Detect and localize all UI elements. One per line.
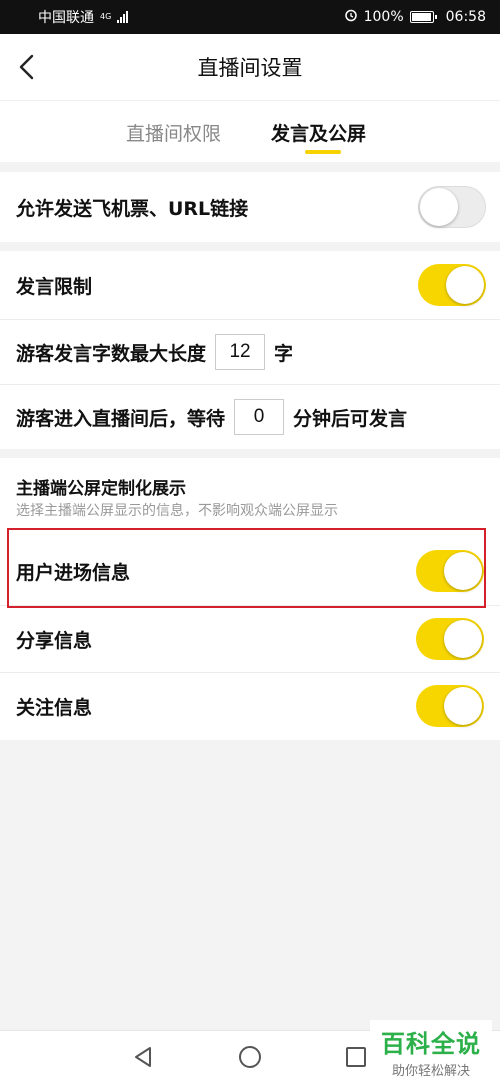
follow-info-label: 关注信息 — [16, 696, 93, 719]
guest-wait-label: 游客进入直播间后，等待 — [16, 407, 226, 430]
battery-icon — [409, 11, 437, 23]
watermark-sub-text: 助你轻松解决 — [391, 1064, 470, 1079]
setting-row-allow-links: 允许发送飞机票、URL链接 — [0, 172, 500, 242]
allow-links-toggle[interactable] — [418, 186, 486, 228]
page-header: 直播间设置 — [0, 34, 500, 100]
battery-percent: 100% — [363, 9, 404, 25]
status-bar: 中国联通 4G 100% 06:58 — [0, 0, 500, 34]
alarm-clock-icon — [344, 8, 358, 26]
carrier-info: 中国联通 4G — [38, 7, 129, 27]
guest-max-length-suffix: 字 — [274, 342, 294, 365]
tab-room-permissions[interactable]: 直播间权限 — [126, 119, 221, 146]
toggle-knob — [444, 552, 482, 590]
share-info-toggle[interactable] — [416, 618, 484, 660]
setting-row-follow-info: 关注信息 — [0, 673, 500, 739]
share-info-label: 分享信息 — [16, 629, 93, 652]
setting-row-speech-limit: 发言限制 — [0, 251, 500, 319]
toggle-knob — [446, 266, 484, 304]
status-right: 100% 06:58 — [344, 8, 486, 26]
follow-info-toggle[interactable] — [416, 685, 484, 727]
tab-speech-screen[interactable]: 发言及公屏 — [271, 119, 366, 146]
setting-row-share-info: 分享信息 — [0, 606, 500, 672]
page-title: 直播间设置 — [197, 56, 303, 80]
setting-row-guest-max-length: 游客发言字数最大长度 12 字 — [0, 320, 500, 384]
custom-screen-title: 主播端公屏定制化展示 — [16, 479, 186, 499]
signal-icon — [117, 11, 129, 23]
custom-screen-subtitle: 选择主播端公屏显示的信息，不影响观众端公屏显示 — [16, 503, 338, 519]
carrier-name: 中国联通 — [38, 10, 94, 26]
user-entry-toggle[interactable] — [416, 550, 484, 592]
square-recent-icon[interactable] — [344, 1045, 368, 1073]
allow-links-label: 允许发送飞机票、URL链接 — [16, 197, 249, 220]
tab-bar: 直播间权限 发言及公屏 — [0, 100, 500, 162]
watermark-main-text: 百科全说 — [381, 1030, 481, 1058]
setting-row-user-entry: 用户进场信息 — [0, 537, 500, 605]
triangle-back-icon[interactable] — [132, 1045, 154, 1073]
toggle-knob — [444, 687, 482, 725]
toggle-knob — [420, 188, 458, 226]
speech-limit-label: 发言限制 — [16, 275, 93, 298]
speech-limit-toggle[interactable] — [418, 264, 486, 306]
network-type: 4G — [100, 12, 112, 21]
clock-time: 06:58 — [445, 9, 486, 25]
setting-row-guest-wait: 游客进入直播间后，等待 0 分钟后可发言 — [0, 385, 500, 449]
guest-max-length-label: 游客发言字数最大长度 — [16, 342, 207, 365]
active-tab-indicator — [305, 150, 341, 154]
toggle-knob — [444, 620, 482, 658]
watermark-logo: 百科全说 助你轻松解决 — [370, 1020, 492, 1079]
guest-wait-input[interactable]: 0 — [234, 399, 285, 435]
user-entry-label: 用户进场信息 — [16, 561, 131, 584]
guest-wait-suffix: 分钟后可发言 — [293, 407, 408, 430]
circle-home-icon[interactable] — [238, 1045, 262, 1073]
guest-max-length-input[interactable]: 12 — [215, 334, 266, 370]
chevron-left-icon[interactable] — [14, 52, 40, 82]
